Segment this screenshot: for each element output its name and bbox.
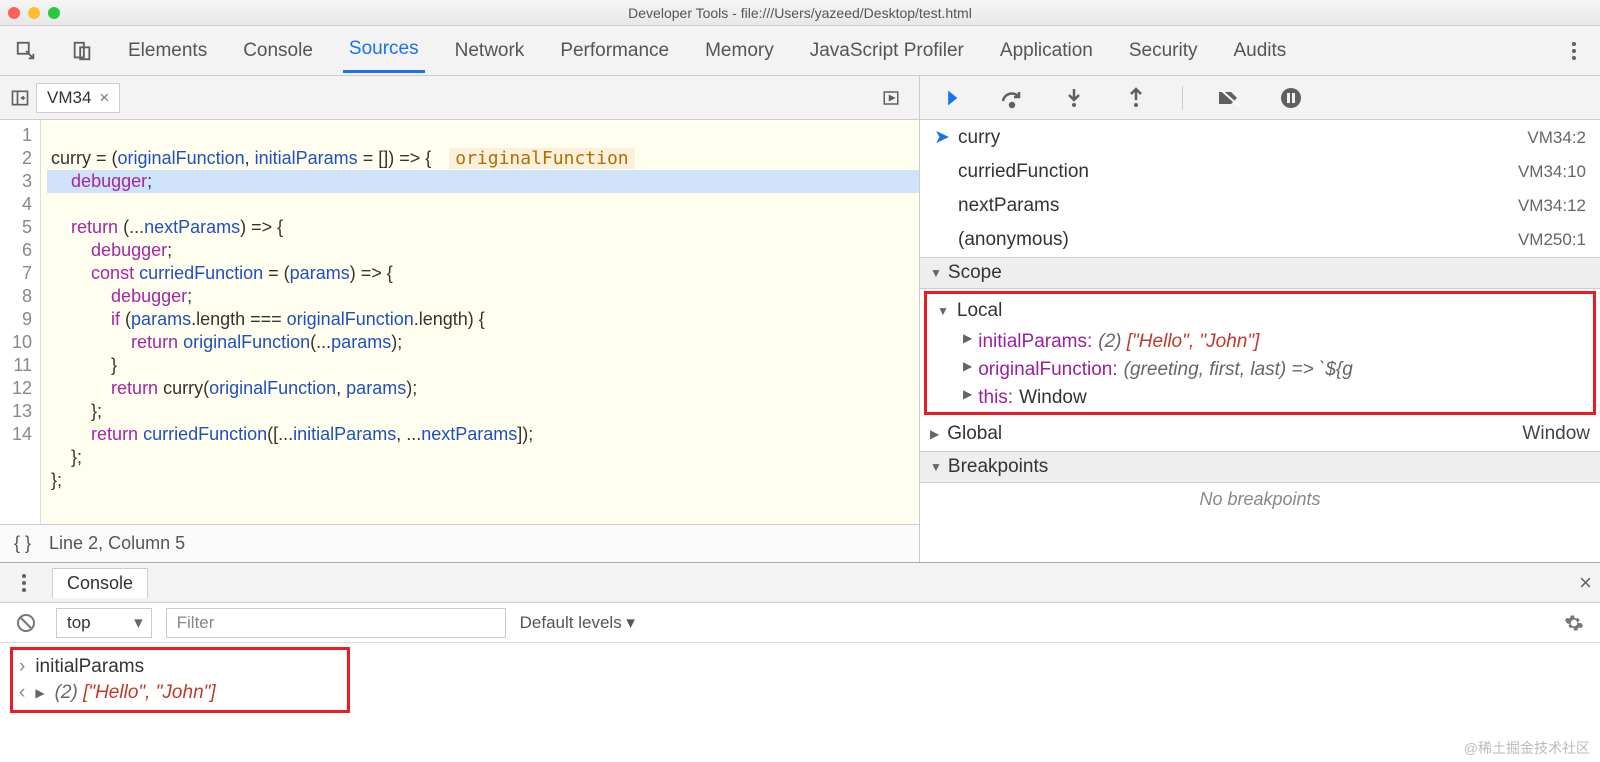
source-tabstrip: VM34 × bbox=[0, 76, 919, 120]
close-tab-icon[interactable]: × bbox=[99, 88, 109, 108]
context-selector[interactable]: top bbox=[56, 608, 152, 638]
code-editor[interactable]: 1 2 3 4 5 6 7 8 9 10 11 12 13 14 curry =… bbox=[0, 120, 919, 524]
step-over-icon[interactable] bbox=[996, 82, 1028, 114]
close-drawer-icon[interactable]: × bbox=[1579, 570, 1592, 596]
cursor-position: Line 2, Column 5 bbox=[49, 533, 185, 554]
pretty-print-icon[interactable]: { } bbox=[14, 533, 31, 554]
tab-sources[interactable]: Sources bbox=[343, 28, 425, 73]
source-panel: VM34 × 1 2 3 4 5 6 7 8 9 10 11 12 13 bbox=[0, 76, 920, 562]
tab-elements[interactable]: Elements bbox=[122, 30, 213, 72]
log-levels-selector[interactable]: Default levels ▾ bbox=[520, 613, 635, 633]
pause-on-exceptions-icon[interactable] bbox=[1275, 82, 1307, 114]
devtools-tabs: Elements Console Sources Network Perform… bbox=[0, 26, 1600, 76]
console-toolbar: top Filter Default levels ▾ bbox=[0, 603, 1600, 643]
tab-js-profiler[interactable]: JavaScript Profiler bbox=[804, 30, 970, 72]
inline-value-hint: originalFunction bbox=[449, 148, 634, 169]
run-snippet-icon[interactable] bbox=[875, 82, 907, 114]
drawer-tabstrip: Console × bbox=[0, 563, 1600, 603]
navigator-toggle-icon[interactable] bbox=[4, 82, 36, 114]
tab-network[interactable]: Network bbox=[449, 30, 531, 72]
filter-input[interactable]: Filter bbox=[166, 608, 506, 638]
editor-statusbar: { } Line 2, Column 5 bbox=[0, 524, 919, 562]
tab-console[interactable]: Console bbox=[237, 30, 319, 72]
highlighted-console-box: › initialParams ‹ ▶ (2) ["Hello", "John"… bbox=[10, 647, 350, 713]
drawer-tab-console[interactable]: Console bbox=[52, 568, 148, 598]
window-minimize-button[interactable] bbox=[28, 7, 40, 19]
source-file-name: VM34 bbox=[47, 88, 91, 108]
window-title: Developer Tools - file:///Users/yazeed/D… bbox=[628, 5, 972, 21]
output-chevron-icon: ‹ bbox=[19, 682, 25, 704]
source-file-tab[interactable]: VM34 × bbox=[36, 83, 120, 113]
breakpoints-header[interactable]: ▼Breakpoints bbox=[920, 451, 1600, 483]
callstack-frame[interactable]: (anonymous) VM250:1 bbox=[920, 223, 1600, 257]
console-output[interactable]: › initialParams ‹ ▶ (2) ["Hello", "John"… bbox=[0, 643, 1600, 762]
debug-controls bbox=[920, 76, 1600, 120]
console-output-row[interactable]: ‹ ▶ (2) ["Hello", "John"] bbox=[19, 680, 341, 706]
scope-global-row[interactable]: ▶Global Window bbox=[920, 417, 1600, 451]
scope-variable[interactable]: ▶ initialParams: (2) ["Hello", "John"] bbox=[927, 328, 1593, 356]
code-content: curry = (originalFunction, initialParams… bbox=[41, 120, 919, 524]
tab-application[interactable]: Application bbox=[994, 30, 1099, 72]
clear-console-icon[interactable] bbox=[10, 607, 42, 639]
callstack: ➤ curry VM34:2 curriedFunction VM34:10 n… bbox=[920, 120, 1600, 257]
tab-audits[interactable]: Audits bbox=[1227, 30, 1292, 72]
window-close-button[interactable] bbox=[8, 7, 20, 19]
watermark: @稀土掘金技术社区 bbox=[1464, 738, 1590, 758]
window-buttons bbox=[8, 7, 60, 19]
callstack-frame[interactable]: ➤ curry VM34:2 bbox=[920, 120, 1600, 155]
callstack-frame[interactable]: nextParams VM34:12 bbox=[920, 189, 1600, 223]
window-titlebar: Developer Tools - file:///Users/yazeed/D… bbox=[0, 0, 1600, 26]
input-chevron-icon: › bbox=[19, 656, 25, 678]
highlighted-scope-box: ▼Local ▶ initialParams: (2) ["Hello", "J… bbox=[924, 291, 1596, 415]
tab-security[interactable]: Security bbox=[1123, 30, 1204, 72]
scope-local-header[interactable]: ▼Local bbox=[927, 294, 1593, 328]
line-gutter: 1 2 3 4 5 6 7 8 9 10 11 12 13 14 bbox=[0, 120, 41, 524]
window-maximize-button[interactable] bbox=[48, 7, 60, 19]
console-input-row: › initialParams bbox=[19, 654, 341, 680]
step-out-icon[interactable] bbox=[1120, 82, 1152, 114]
scope-variable[interactable]: ▶ this: Window bbox=[927, 384, 1593, 412]
drawer-more-icon[interactable] bbox=[8, 567, 40, 599]
scope-header[interactable]: ▼Scope bbox=[920, 257, 1600, 289]
tab-memory[interactable]: Memory bbox=[699, 30, 780, 72]
callstack-frame[interactable]: curriedFunction VM34:10 bbox=[920, 155, 1600, 189]
console-drawer: Console × top Filter Default levels ▾ › … bbox=[0, 562, 1600, 762]
device-toggle-icon[interactable] bbox=[66, 35, 98, 67]
debugger-panel: ➤ curry VM34:2 curriedFunction VM34:10 n… bbox=[920, 76, 1600, 562]
more-menu-icon[interactable] bbox=[1558, 35, 1590, 67]
tab-performance[interactable]: Performance bbox=[554, 30, 675, 72]
console-settings-icon[interactable] bbox=[1558, 607, 1590, 639]
inspect-icon[interactable] bbox=[10, 35, 42, 67]
scope-variable[interactable]: ▶ originalFunction: (greeting, first, la… bbox=[927, 356, 1593, 384]
resume-icon[interactable] bbox=[934, 82, 966, 114]
step-into-icon[interactable] bbox=[1058, 82, 1090, 114]
no-breakpoints-label: No breakpoints bbox=[920, 483, 1600, 516]
deactivate-breakpoints-icon[interactable] bbox=[1213, 82, 1245, 114]
current-frame-icon: ➤ bbox=[934, 126, 948, 149]
